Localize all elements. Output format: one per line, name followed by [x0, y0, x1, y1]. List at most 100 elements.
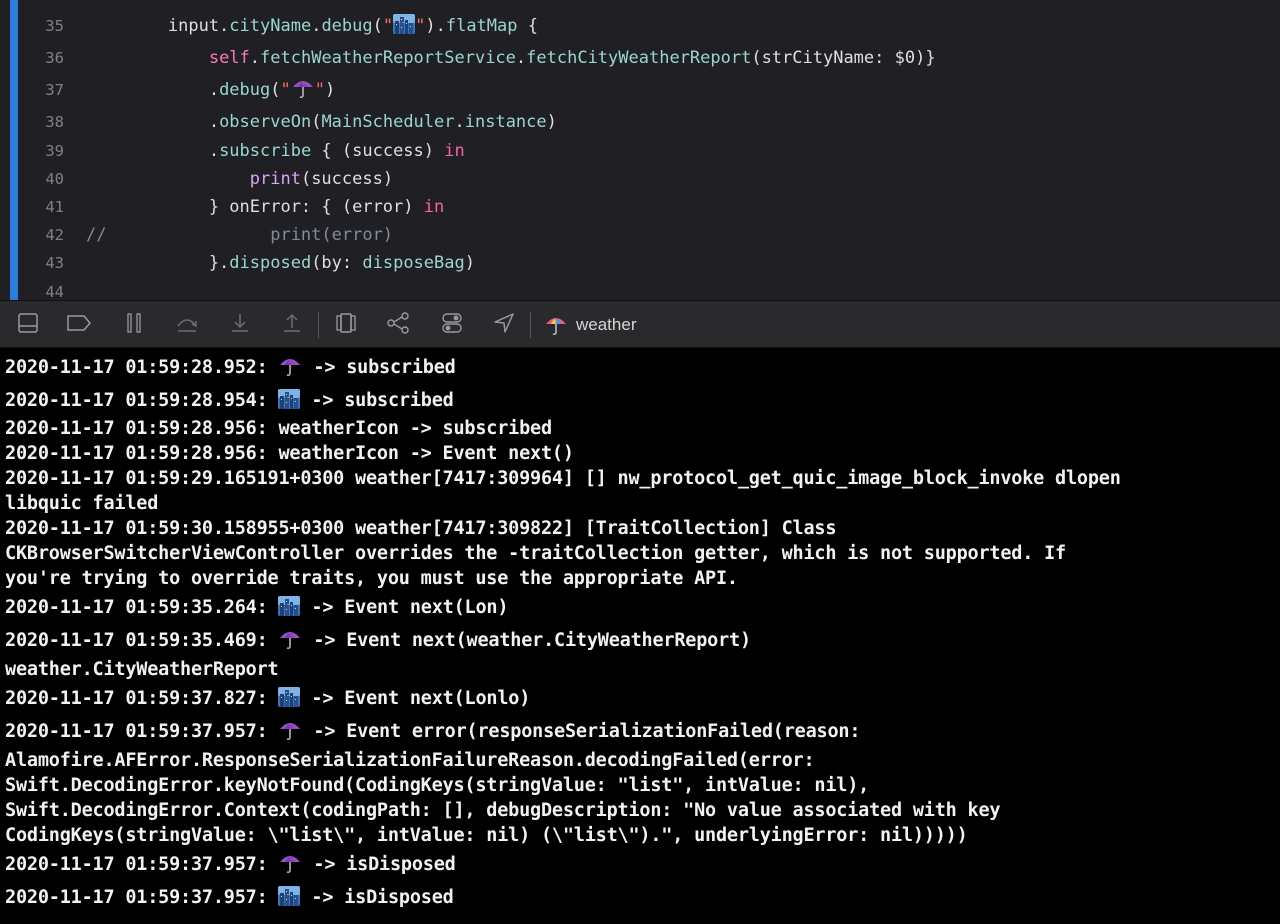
- console-line: you're trying to override traits, you mu…: [5, 566, 1275, 591]
- toolbar-separator: [530, 312, 531, 338]
- cityscape-icon: [278, 687, 301, 707]
- log-timestamp: 2020-11-17 01:59:37.957:: [5, 721, 279, 742]
- log-text: libquic failed: [5, 493, 159, 514]
- code-line[interactable]: 38 .observeOn(MainScheduler.instance): [0, 108, 1280, 136]
- umbrella-icon: [280, 632, 301, 650]
- location-icon: [493, 312, 515, 338]
- hide-debug-area-button[interactable]: [15, 313, 41, 337]
- log-text: -> isDisposed: [300, 887, 454, 908]
- code-token: ): [464, 253, 475, 273]
- log-text: weather.CityWeatherReport: [5, 659, 279, 680]
- code-line[interactable]: 39 .subscribe { (success) in: [0, 137, 1280, 165]
- code-token: } onError: { (error): [86, 197, 424, 217]
- view-hierarchy-button[interactable]: [333, 313, 359, 337]
- code-token: ": [415, 16, 426, 36]
- step-into-button[interactable]: [227, 313, 253, 337]
- line-number: 42: [45, 226, 64, 244]
- log-timestamp: 2020-11-17 01:59:37.957:: [5, 887, 279, 908]
- log-text: -> subscribed: [300, 390, 454, 411]
- code-token: subscribe: [219, 141, 312, 161]
- simulate-location-button[interactable]: [491, 313, 517, 337]
- log-text: Alamofire.AFError.ResponseSerializationF…: [5, 750, 815, 771]
- console-output[interactable]: 2020-11-17 01:59:28.952: -> subscribed 20…: [0, 348, 1280, 924]
- cityscape-icon: [278, 596, 301, 616]
- umbrella-icon: [280, 856, 301, 874]
- code-token: in: [423, 197, 445, 217]
- code-token: ": [280, 80, 291, 100]
- line-number: 37: [45, 81, 64, 99]
- cityscape-icon: [278, 389, 301, 409]
- umbrella-icon: [292, 81, 313, 99]
- code-line[interactable]: 37 .debug(" "): [0, 76, 1280, 104]
- code-token: .: [86, 141, 220, 161]
- code-token: { (success): [311, 141, 445, 161]
- log-timestamp: 2020-11-17 01:59:37.957:: [5, 854, 279, 875]
- code-line[interactable]: 36 self.fetchWeatherReportService.fetchC…: [0, 44, 1280, 72]
- log-text: 2020-11-17 01:59:28.956: weatherIcon -> …: [5, 418, 552, 439]
- cityscape-icon: [278, 886, 301, 906]
- pause-button[interactable]: [121, 313, 147, 337]
- code-token: (by:: [311, 253, 363, 273]
- code-token: (strCityName: $0)}: [751, 48, 936, 68]
- console-line: 2020-11-17 01:59:37.957: -> isDisposed: [5, 885, 1275, 910]
- environment-overrides-button[interactable]: [439, 313, 465, 337]
- code-token: fetchWeatherReportService: [260, 48, 516, 68]
- code-line[interactable]: 44: [0, 278, 1280, 300]
- code-line[interactable]: 43 }.disposed(by: disposeBag): [0, 249, 1280, 277]
- code-token: flatMap: [445, 16, 518, 36]
- line-number: 39: [45, 142, 64, 160]
- console-line: CodingKeys(stringValue: \"list\", intVal…: [5, 823, 1275, 848]
- code-token: ": [382, 16, 394, 36]
- log-text: -> Event next(weather.CityWeatherReport): [302, 630, 751, 651]
- log-timestamp: 2020-11-17 01:59:37.827:: [5, 688, 279, 709]
- code-token: (: [311, 112, 322, 132]
- step-out-button[interactable]: [279, 313, 305, 337]
- console-line: 2020-11-17 01:59:28.954: -> subscribed: [5, 388, 1275, 413]
- code-line[interactable]: 42 // print(error): [0, 221, 1280, 249]
- log-text: -> Event next(Lon): [300, 597, 509, 618]
- code-token: }.: [86, 253, 230, 273]
- step-over-button[interactable]: [174, 313, 200, 337]
- panel-icon: [17, 312, 39, 338]
- code-token: .: [515, 48, 527, 68]
- console-line: libquic failed: [5, 491, 1275, 516]
- code-editor[interactable]: 35 input.cityName.debug(" ").flatMap {36 …: [0, 0, 1280, 300]
- code-token: observeOn: [219, 112, 312, 132]
- log-text: CKBrowserSwitcherViewController override…: [5, 543, 1066, 564]
- process-name[interactable]: weather: [576, 313, 636, 337]
- log-timestamp: 2020-11-17 01:59:35.264:: [5, 597, 279, 618]
- code-text: // print(error): [86, 221, 393, 249]
- log-timestamp: 2020-11-17 01:59:28.952:: [5, 357, 279, 378]
- code-token: debug: [219, 80, 271, 100]
- code-text: input.cityName.debug(" ").flatMap {: [86, 12, 538, 40]
- code-line[interactable]: 35 input.cityName.debug(" ").flatMap {: [0, 12, 1280, 40]
- code-token: input.: [86, 16, 230, 36]
- code-line[interactable]: 40 print(success): [0, 165, 1280, 193]
- step-into-icon: [229, 312, 251, 338]
- log-text: you're trying to override traits, you mu…: [5, 568, 738, 589]
- console-line: 2020-11-17 01:59:30.158955+0300 weather[…: [5, 516, 1275, 541]
- log-text: 2020-11-17 01:59:28.956: weatherIcon -> …: [5, 443, 574, 464]
- code-line[interactable]: 41 } onError: { (error) in: [0, 193, 1280, 221]
- code-token: fetchCityWeatherReport: [526, 48, 752, 68]
- debug-toolbar: weather: [0, 300, 1280, 348]
- line-number: 44: [45, 283, 64, 300]
- umbrella-icon: [546, 318, 566, 336]
- console-line: 2020-11-17 01:59:28.956: weatherIcon -> …: [5, 416, 1275, 441]
- breakpoints-toggle-button[interactable]: [66, 313, 92, 337]
- memory-graph-button[interactable]: [385, 312, 411, 338]
- code-token: MainScheduler: [321, 112, 455, 132]
- umbrella-icon: [544, 314, 568, 336]
- code-token: (success): [300, 169, 394, 189]
- console-line: Swift.DecodingError.Context(codingPath: …: [5, 798, 1275, 823]
- step-over-icon: [175, 312, 199, 338]
- console-line: 2020-11-17 01:59:35.469: -> Event next(w…: [5, 628, 1275, 653]
- code-token: (: [270, 80, 281, 100]
- step-out-icon: [281, 312, 303, 338]
- console-line: 2020-11-17 01:59:28.952: -> subscribed: [5, 355, 1275, 380]
- console-line: 2020-11-17 01:59:28.956: weatherIcon -> …: [5, 441, 1275, 466]
- code-text: } onError: { (error) in: [86, 193, 444, 221]
- memory-graph-icon: [386, 312, 410, 338]
- breakpoint-icon: [66, 314, 92, 336]
